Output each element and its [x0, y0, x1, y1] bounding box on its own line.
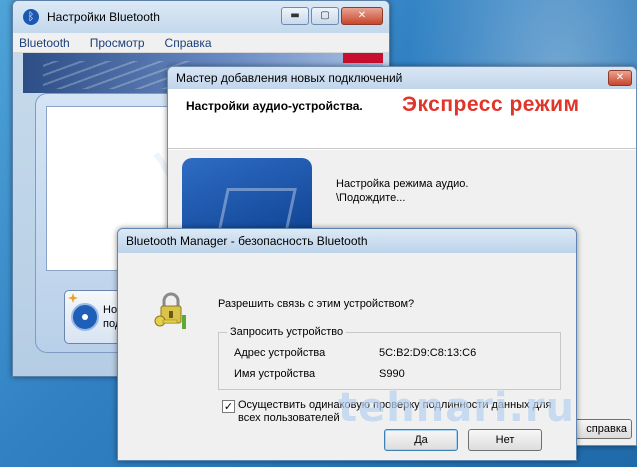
express-mode-label: Экспресс режим	[402, 93, 580, 116]
settings-title: Настройки Bluetooth	[47, 10, 160, 24]
wizard-status-line-1: Настройка режима аудио.	[336, 178, 469, 190]
bluetooth-icon: ᛒ	[23, 9, 39, 25]
security-titlebar[interactable]: Bluetooth Manager - безопасность Bluetoo…	[118, 229, 576, 253]
device-info-group: Запросить устройство Адрес устройства 5C…	[218, 326, 561, 390]
address-value: 5C:B2:D9:C8:13:C6	[379, 347, 477, 359]
address-label: Адрес устройства	[234, 347, 326, 359]
wizard-close-button[interactable]: ✕	[608, 70, 632, 86]
same-auth-checkbox[interactable]: ✓	[222, 400, 235, 413]
name-value: S990	[379, 368, 405, 380]
menu-bluetooth[interactable]: Bluetooth	[19, 36, 70, 50]
wizard-title: Мастер добавления новых подключений	[176, 71, 403, 85]
menu-view[interactable]: Просмотр	[90, 36, 145, 50]
close-button[interactable]: ✕	[341, 7, 383, 25]
wizard-status-line-2: \Подождите...	[336, 192, 406, 204]
radio-icon	[71, 303, 99, 331]
help-button[interactable]: справка	[574, 419, 632, 439]
group-title: Запросить устройство	[227, 326, 347, 338]
new-star-icon	[68, 293, 78, 303]
menu-bar: Bluetooth Просмотр Справка	[13, 33, 389, 53]
wizard-header: Настройки аудио-устройства. Экспресс реж…	[168, 89, 636, 149]
settings-titlebar[interactable]: ᛒ Настройки Bluetooth ▬ ▢ ✕	[13, 1, 389, 33]
lock-key-icon	[154, 292, 186, 329]
wizard-heading: Настройки аудио-устройства.	[186, 99, 363, 113]
minimize-button[interactable]: ▬	[281, 7, 309, 25]
menu-help[interactable]: Справка	[165, 36, 212, 50]
name-label: Имя устройства	[234, 368, 316, 380]
no-button[interactable]: Нет	[468, 429, 542, 451]
maximize-button[interactable]: ▢	[311, 7, 339, 25]
site-watermark: tehnari.ru	[338, 385, 576, 431]
security-question: Разрешить связь с этим устройством?	[218, 298, 415, 310]
security-title: Bluetooth Manager - безопасность Bluetoo…	[126, 234, 368, 248]
wizard-titlebar[interactable]: Мастер добавления новых подключений ✕	[168, 67, 636, 89]
yes-button[interactable]: Да	[384, 429, 458, 451]
